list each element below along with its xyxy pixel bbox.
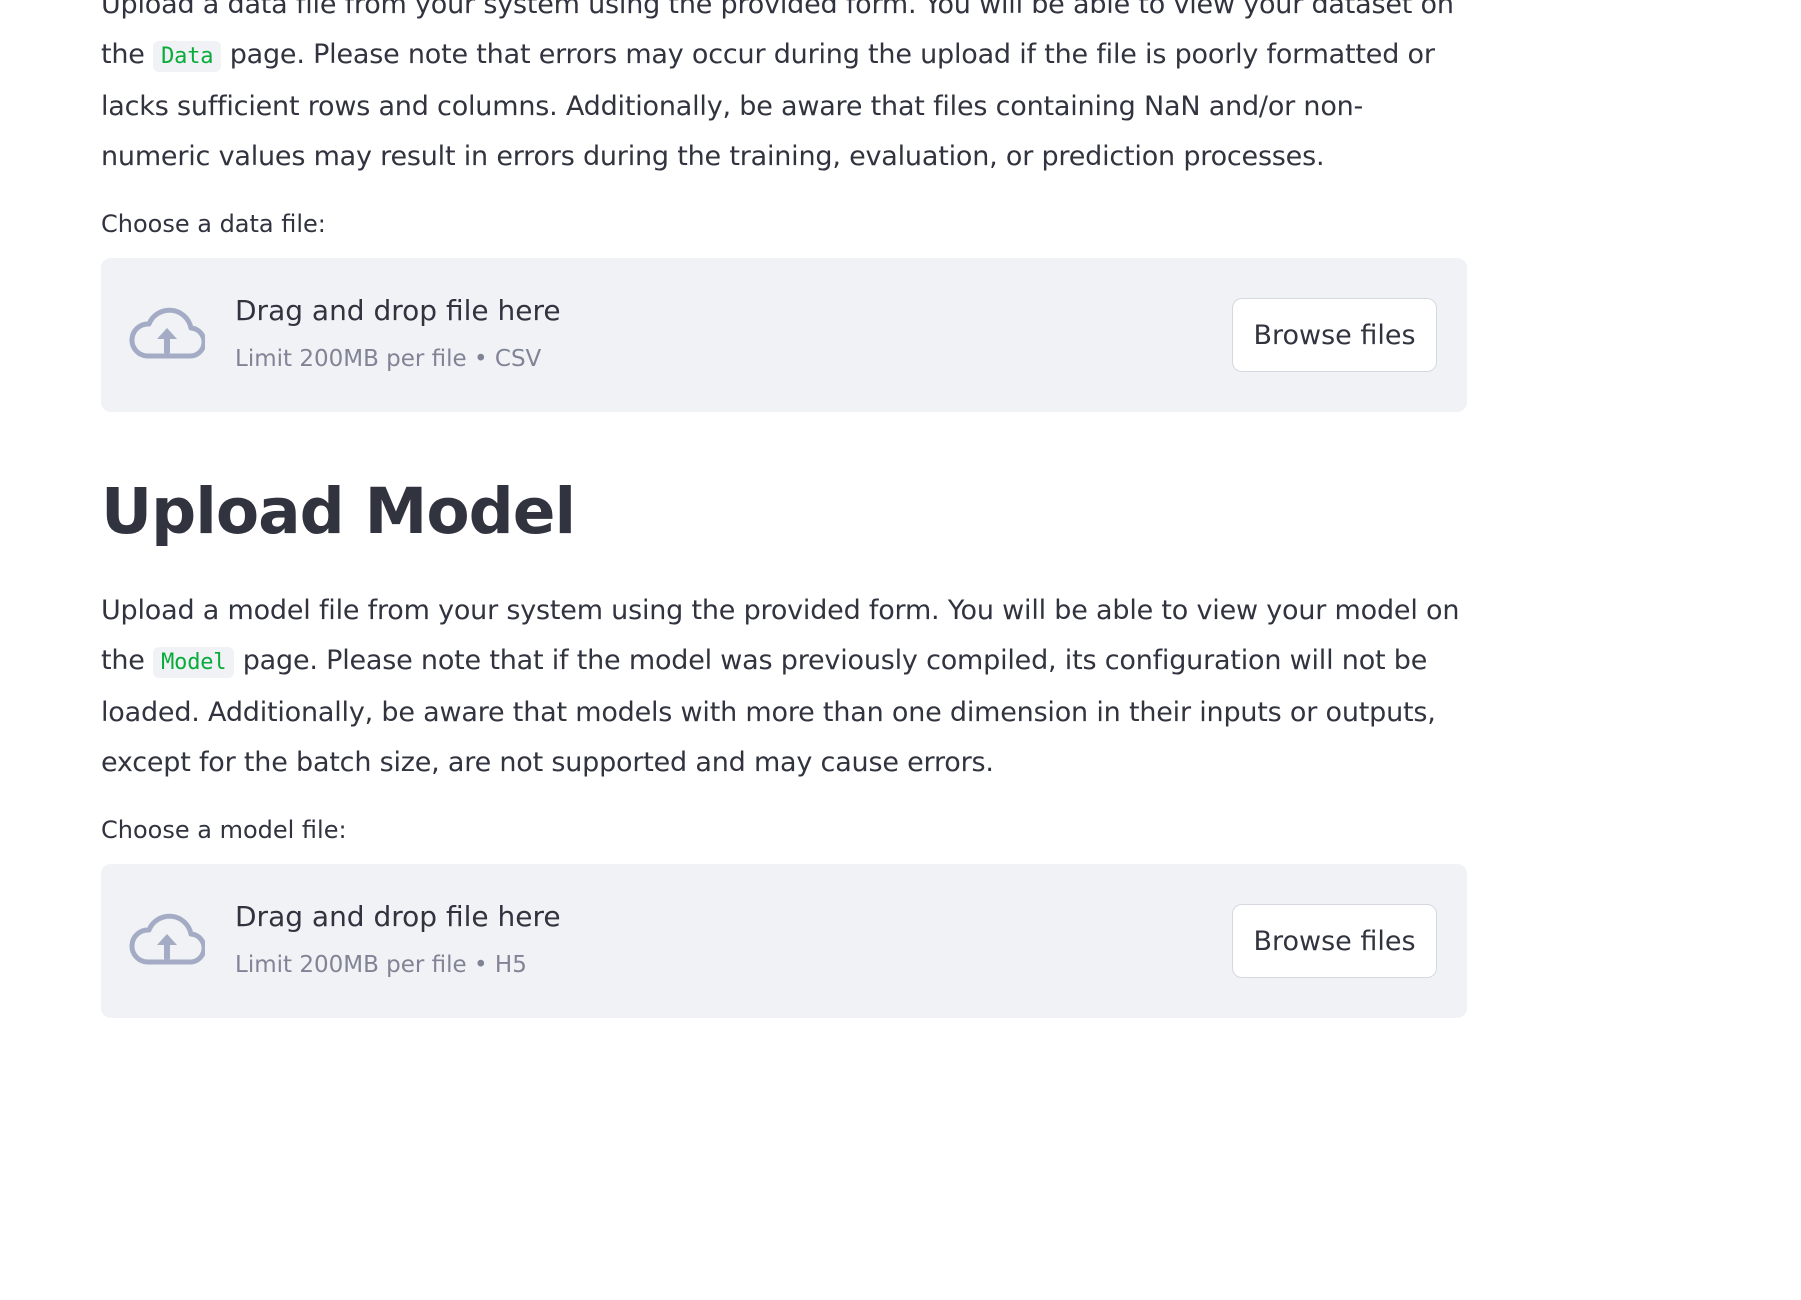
cloud-upload-icon xyxy=(129,307,205,359)
upload-model-heading: Upload Model xyxy=(101,475,576,548)
model-file-label: Choose a model file: xyxy=(101,816,347,844)
model-dropzone-text: Drag and drop file here Limit 200MB per … xyxy=(235,898,561,982)
data-file-dropzone[interactable]: Drag and drop file here Limit 200MB per … xyxy=(101,258,1467,412)
model-description-part2: page. Please note that if the model was … xyxy=(101,645,1436,778)
main-content: Upload a data file from your system usin… xyxy=(101,0,1467,1018)
model-dropzone-title: Drag and drop file here xyxy=(235,900,561,933)
model-upload-description: Upload a model file from your system usi… xyxy=(101,586,1467,788)
model-browse-files-button[interactable]: Browse files xyxy=(1232,904,1437,978)
data-dropzone-title: Drag and drop file here xyxy=(235,294,561,327)
data-upload-description: Upload a data file from your system usin… xyxy=(101,0,1467,182)
model-page-code: Model xyxy=(153,647,235,678)
model-file-dropzone[interactable]: Drag and drop file here Limit 200MB per … xyxy=(101,864,1467,1018)
data-description-part2: page. Please note that errors may occur … xyxy=(101,39,1435,172)
cloud-upload-icon xyxy=(129,913,205,965)
data-dropzone-text: Drag and drop file here Limit 200MB per … xyxy=(235,292,561,376)
data-browse-files-button[interactable]: Browse files xyxy=(1232,298,1437,372)
data-page-code: Data xyxy=(153,41,222,72)
data-file-label: Choose a data file: xyxy=(101,210,326,238)
data-dropzone-limit: Limit 200MB per file • CSV xyxy=(235,346,542,372)
model-dropzone-limit: Limit 200MB per file • H5 xyxy=(235,952,527,978)
